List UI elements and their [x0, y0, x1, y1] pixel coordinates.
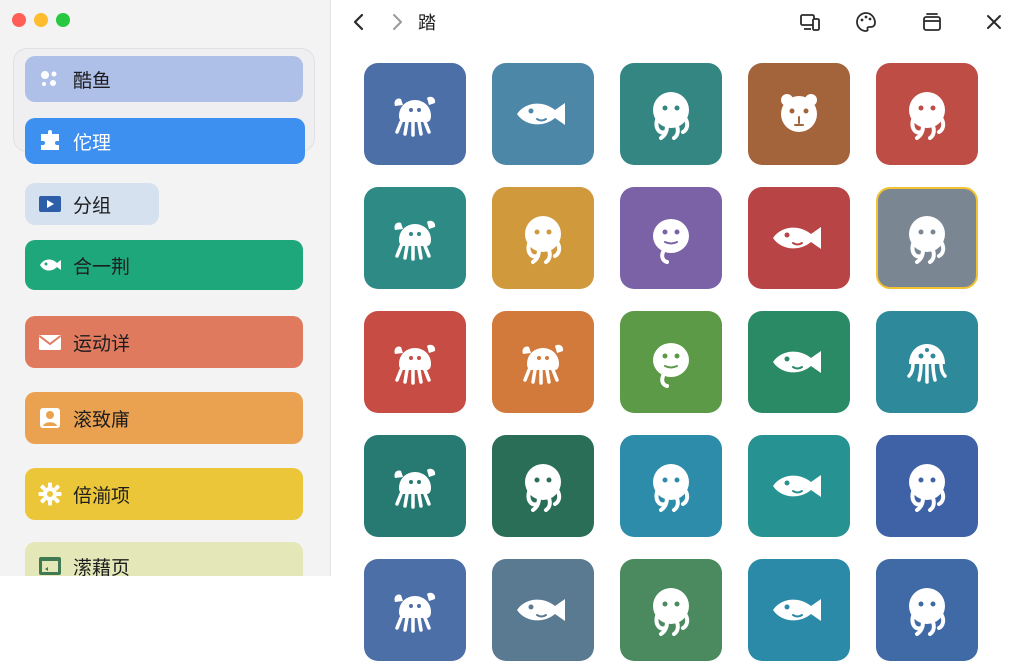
icon-tile[interactable]: [876, 559, 978, 661]
sidebar-item-6[interactable]: 倍湔项: [25, 468, 303, 520]
crab-icon: [394, 468, 436, 509]
blob-icon: [653, 219, 689, 264]
sidebar-item-7[interactable]: 潆藉页: [25, 542, 303, 576]
video-icon: [37, 191, 63, 217]
sidebar-item-label: 分组: [73, 194, 112, 217]
window-controls: [12, 13, 70, 27]
jellyfish-icon: [907, 344, 947, 384]
window-button[interactable]: [918, 8, 946, 36]
close-icon: [987, 15, 1001, 29]
sidebar-item-label: 佗理: [73, 131, 112, 154]
icon-tile[interactable]: [876, 435, 978, 537]
octopus-icon: [525, 216, 562, 264]
sidebar-item-1[interactable]: 佗理: [25, 118, 305, 164]
blob-icon: [653, 343, 689, 388]
person-icon: [37, 405, 63, 431]
close-button[interactable]: [980, 8, 1008, 36]
forward-button[interactable]: [383, 8, 411, 36]
crab-icon: [522, 344, 564, 385]
sidebar-item-label: 滚致庯: [73, 408, 131, 431]
sidebar-item-0[interactable]: 酷鱼: [25, 56, 303, 102]
sidebar-item-label: 潆藉页: [73, 556, 131, 577]
octopus-icon: [909, 464, 946, 512]
chevron-left-icon: [353, 13, 364, 31]
palette-icon: [856, 12, 876, 32]
icon-tile[interactable]: [876, 187, 978, 289]
fish-icon: [517, 599, 565, 621]
palette-button[interactable]: [852, 8, 880, 36]
icon-tile[interactable]: [364, 311, 466, 413]
icon-tile[interactable]: [748, 311, 850, 413]
octopus-icon: [653, 464, 690, 512]
fish-icon: [517, 103, 565, 125]
sidebar-item-label: 运动详: [73, 332, 131, 355]
sidebar-item-3[interactable]: 合一荆: [25, 240, 303, 290]
chevron-right-icon: [393, 14, 402, 30]
devices-button[interactable]: [796, 8, 824, 36]
icon-tile[interactable]: [748, 559, 850, 661]
page-title: 踏: [418, 13, 436, 34]
bear-icon: [781, 94, 817, 132]
octopus-icon: [653, 92, 690, 140]
gear-icon: [37, 481, 63, 507]
icon-tile[interactable]: [492, 435, 594, 537]
crab-icon: [394, 344, 436, 385]
puzzle-icon: [37, 128, 63, 154]
fish-icon: [773, 475, 821, 497]
close-window-button[interactable]: [12, 13, 26, 27]
icon-tile[interactable]: [620, 559, 722, 661]
sidebar: 酷鱼 佗理 分组 合一荆 运动详 滚致庯 倍湔项 潆藉页: [0, 0, 331, 576]
icon-grid: [364, 63, 978, 661]
icon-tile[interactable]: [492, 187, 594, 289]
icon-tile[interactable]: [492, 63, 594, 165]
sidebar-item-label: 酷鱼: [73, 69, 112, 92]
screen-icon: [37, 553, 63, 576]
icon-tile[interactable]: [364, 559, 466, 661]
minimize-window-button[interactable]: [34, 13, 48, 27]
icon-tile[interactable]: [876, 63, 978, 165]
sidebar-item-5[interactable]: 滚致庯: [25, 392, 303, 444]
octopus-icon: [909, 92, 946, 140]
window-icon: [923, 13, 941, 31]
icon-tile[interactable]: [492, 311, 594, 413]
fish-icon: [773, 599, 821, 621]
devices-icon: [800, 14, 820, 31]
icon-tile[interactable]: [364, 435, 466, 537]
icon-tile[interactable]: [876, 311, 978, 413]
icon-tile[interactable]: [620, 187, 722, 289]
icon-tile[interactable]: [364, 187, 466, 289]
dots-icon: [37, 66, 63, 92]
icon-tile[interactable]: [364, 63, 466, 165]
crab-icon: [394, 220, 436, 261]
octopus-icon: [909, 216, 946, 264]
icon-tile[interactable]: [748, 187, 850, 289]
sidebar-item-label: 倍湔项: [73, 484, 131, 507]
octopus-icon: [525, 464, 562, 512]
icon-tile[interactable]: [620, 63, 722, 165]
back-button[interactable]: [345, 8, 373, 36]
icon-tile[interactable]: [620, 435, 722, 537]
fish-icon: [773, 351, 821, 373]
crab-icon: [394, 96, 436, 137]
sidebar-item-2[interactable]: 分组: [25, 183, 159, 225]
fish-icon: [773, 227, 821, 249]
icon-tile[interactable]: [492, 559, 594, 661]
sidebar-item-label: 合一荆: [73, 255, 131, 278]
mail-icon: [37, 329, 63, 355]
fish-icon: [37, 252, 63, 278]
icon-tile[interactable]: [748, 435, 850, 537]
octopus-icon: [653, 588, 690, 636]
icon-tile[interactable]: [748, 63, 850, 165]
crab-icon: [394, 592, 436, 633]
icon-tile[interactable]: [620, 311, 722, 413]
octopus-icon: [909, 588, 946, 636]
zoom-window-button[interactable]: [56, 13, 70, 27]
sidebar-item-4[interactable]: 运动详: [25, 316, 303, 368]
